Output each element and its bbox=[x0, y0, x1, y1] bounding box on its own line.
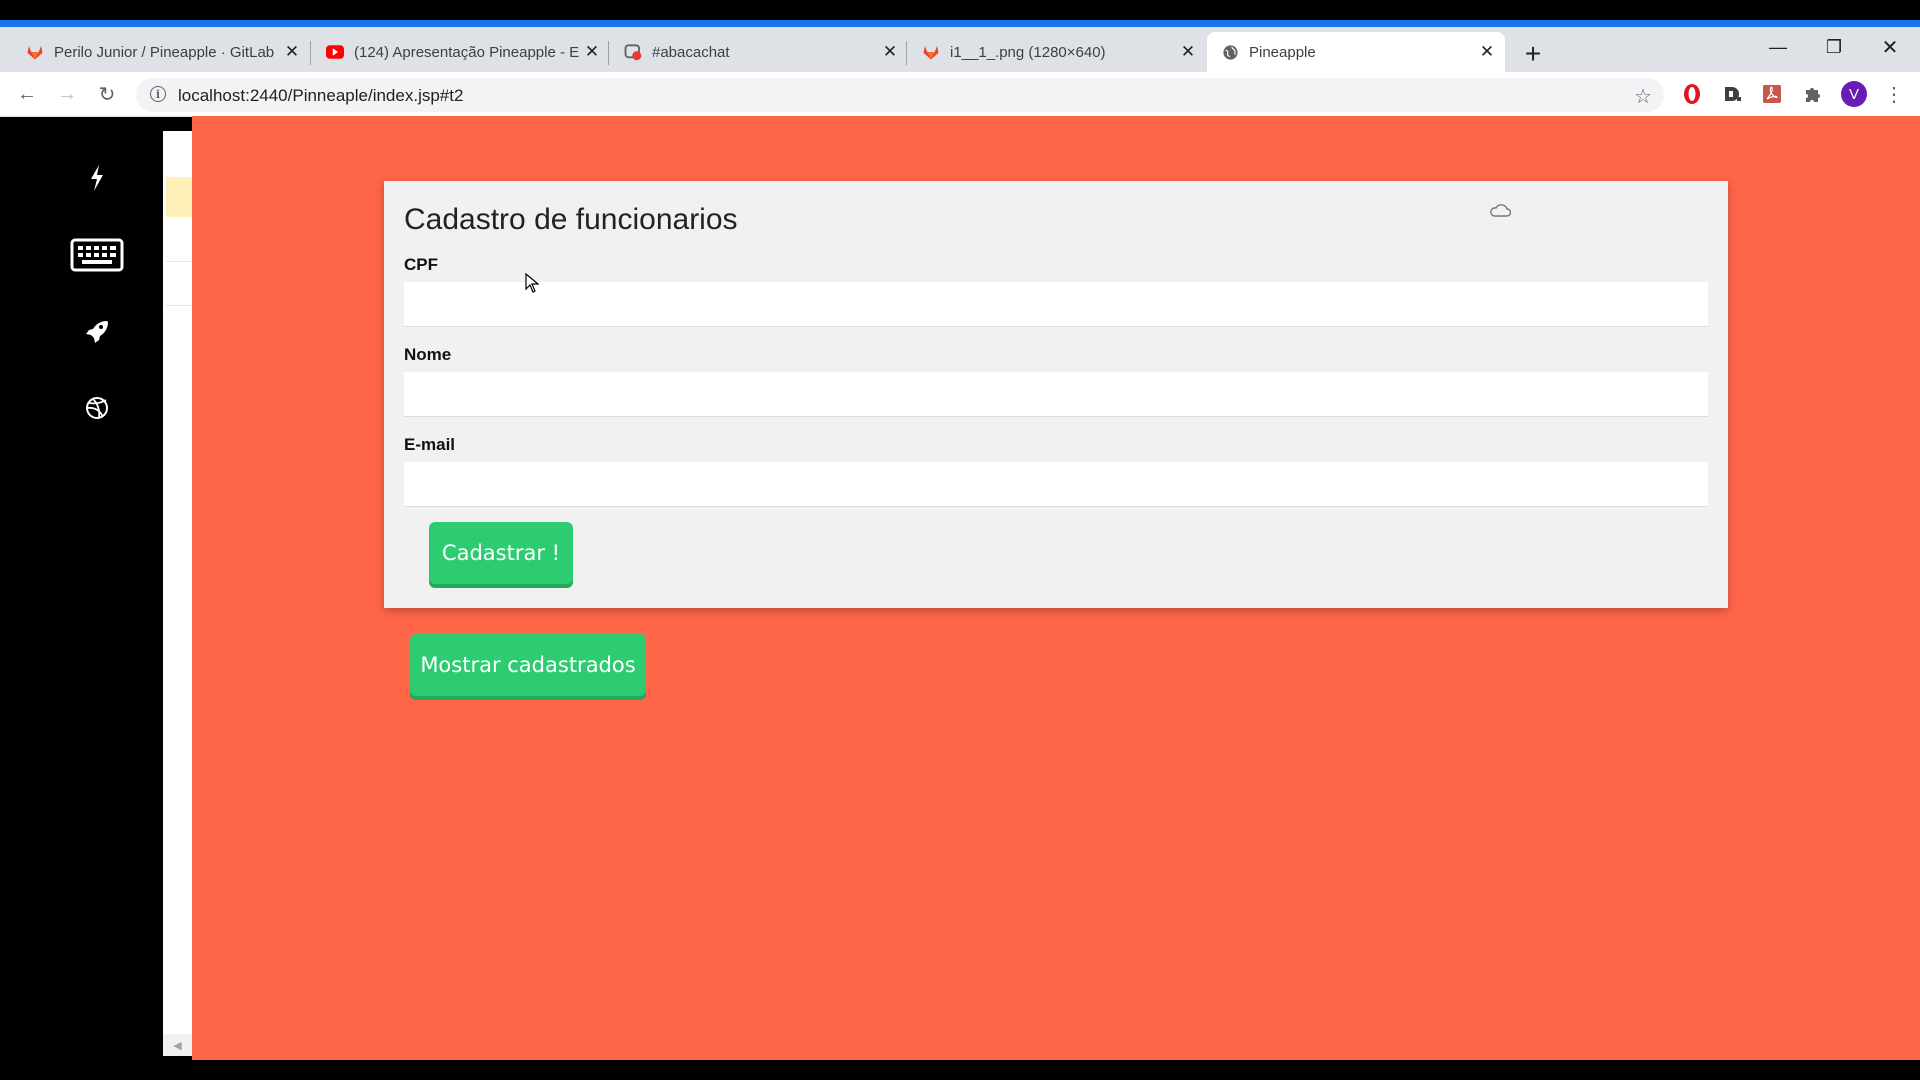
tab-title: Perilo Junior / Pineapple · GitLab bbox=[54, 43, 275, 61]
profile-avatar[interactable]: V bbox=[1841, 81, 1867, 107]
close-icon[interactable]: ✕ bbox=[582, 42, 602, 62]
keyboard-icon[interactable] bbox=[65, 235, 129, 275]
close-icon[interactable]: ✕ bbox=[1477, 42, 1497, 62]
tab-abacachat[interactable]: #abacachat ✕ bbox=[610, 32, 908, 72]
tab-title: (124) Apresentação Pineapple - E bbox=[354, 43, 580, 61]
highlight-cell bbox=[166, 177, 192, 217]
rocket-icon[interactable] bbox=[65, 311, 129, 351]
browser-toolbar: ← → ↻ i localhost:2440/Pinneaple/index.j… bbox=[0, 72, 1920, 117]
email-label: E-mail bbox=[404, 435, 456, 454]
window-bottom-edge bbox=[0, 1060, 1920, 1080]
main-content: Cadastro de funcionarios CPF Nome E-mail… bbox=[192, 116, 1920, 1060]
cpf-input[interactable] bbox=[404, 282, 1708, 327]
close-window-icon[interactable]: ✕ bbox=[1862, 32, 1918, 62]
url-text[interactable]: localhost:2440/Pinneaple/index.jsp#t2 bbox=[178, 86, 463, 106]
gitlab-icon bbox=[922, 43, 940, 61]
tab-gitlab-pineapple[interactable]: Perilo Junior / Pineapple · GitLab ✕ bbox=[12, 32, 310, 72]
cadastrar-button[interactable]: Cadastrar ! bbox=[429, 522, 573, 584]
tab-pineapple-active[interactable]: Pineapple ✕ bbox=[1207, 32, 1505, 72]
minimize-icon[interactable]: — bbox=[1750, 32, 1806, 62]
mostrar-cadastrados-button[interactable]: Mostrar cadastrados bbox=[410, 634, 646, 696]
tab-separator bbox=[608, 41, 609, 65]
pdf-extension-icon[interactable] bbox=[1760, 82, 1784, 106]
kebab-menu-icon[interactable]: ⋮ bbox=[1882, 82, 1906, 106]
email-input[interactable] bbox=[404, 462, 1708, 507]
tab-separator bbox=[906, 41, 907, 65]
bookmark-star-icon[interactable]: ☆ bbox=[1634, 84, 1652, 109]
cpf-label: CPF bbox=[404, 255, 438, 274]
tab-youtube-apresentacao[interactable]: (124) Apresentação Pineapple - E ✕ bbox=[312, 32, 610, 72]
tab-image-png[interactable]: i1__1_.png (1280×640) ✕ bbox=[908, 32, 1206, 72]
close-icon[interactable]: ✕ bbox=[880, 42, 900, 62]
window-top-edge bbox=[0, 0, 1920, 20]
window-accent-bar bbox=[0, 20, 1920, 27]
youtube-icon bbox=[326, 43, 344, 61]
dribbble-icon[interactable] bbox=[65, 388, 129, 428]
mouse-cursor-icon bbox=[525, 272, 540, 298]
restore-icon[interactable]: ❐ bbox=[1806, 32, 1862, 62]
form-card: Cadastro de funcionarios CPF Nome E-mail… bbox=[384, 181, 1728, 608]
opera-extension-icon[interactable] bbox=[1680, 82, 1704, 106]
page-side-panel bbox=[163, 131, 192, 1056]
info-icon[interactable]: i bbox=[150, 86, 166, 102]
new-tab-plus-icon[interactable]: + bbox=[1516, 37, 1550, 71]
globe-icon bbox=[1221, 43, 1239, 61]
tab-strip: Perilo Junior / Pineapple · GitLab ✕ (12… bbox=[0, 27, 1920, 72]
gitlab-icon bbox=[26, 43, 44, 61]
page-sidebar bbox=[0, 131, 163, 1061]
divider bbox=[166, 261, 192, 262]
tab-title: i1__1_.png (1280×640) bbox=[950, 43, 1106, 61]
form-title: Cadastro de funcionarios bbox=[404, 203, 738, 236]
forward-arrow-icon[interactable]: → bbox=[51, 78, 83, 110]
reload-icon[interactable]: ↻ bbox=[91, 78, 123, 110]
close-icon[interactable]: ✕ bbox=[282, 42, 302, 62]
divider bbox=[166, 305, 192, 306]
back-arrow-icon[interactable]: ← bbox=[11, 78, 43, 110]
scroll-left-arrow-icon[interactable]: ◀ bbox=[163, 1034, 192, 1056]
tab-title: Pineapple bbox=[1249, 43, 1316, 61]
cloud-icon bbox=[1489, 203, 1512, 222]
dashlane-extension-icon[interactable] bbox=[1720, 82, 1744, 106]
tab-title: #abacachat bbox=[652, 43, 730, 61]
lightning-icon[interactable] bbox=[65, 158, 129, 198]
address-bar[interactable]: i localhost:2440/Pinneaple/index.jsp#t2 … bbox=[136, 78, 1664, 112]
tab-separator bbox=[310, 41, 311, 65]
close-icon[interactable]: ✕ bbox=[1178, 42, 1198, 62]
nome-label: Nome bbox=[404, 345, 452, 364]
chat-app-icon bbox=[624, 43, 642, 61]
extensions-puzzle-icon[interactable] bbox=[1801, 82, 1825, 106]
nome-input[interactable] bbox=[404, 372, 1708, 417]
